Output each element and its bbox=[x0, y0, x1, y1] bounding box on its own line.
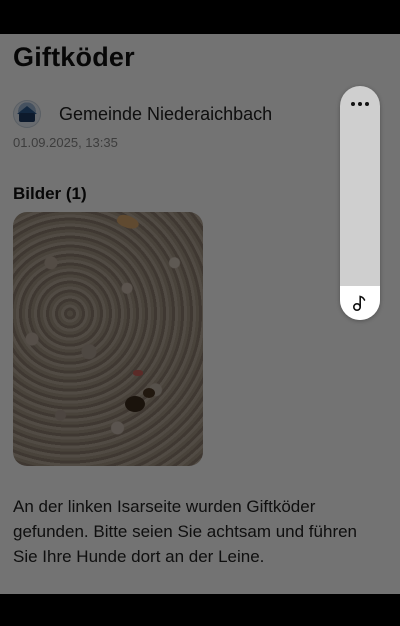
floating-side-panel bbox=[340, 86, 380, 320]
avatar-building-shape bbox=[19, 113, 35, 122]
more-dot bbox=[358, 102, 362, 106]
page-title: Giftköder bbox=[13, 42, 135, 72]
more-horizontal-icon bbox=[351, 102, 355, 106]
photo-leaf-detail bbox=[115, 212, 141, 233]
music-note-icon bbox=[352, 295, 366, 312]
author-row[interactable]: Gemeinde Niederaichbach bbox=[13, 100, 272, 128]
post-photo[interactable] bbox=[13, 212, 203, 466]
post-body-text: An der linken Isarseite wurden Giftköder… bbox=[13, 497, 358, 566]
app-screen: Giftköder Gemeinde Niederaichbach 01.09.… bbox=[0, 34, 400, 594]
avatar[interactable] bbox=[13, 100, 41, 128]
music-button[interactable] bbox=[340, 286, 380, 320]
photo-red-detail bbox=[133, 370, 143, 376]
author-name[interactable]: Gemeinde Niederaichbach bbox=[59, 104, 272, 125]
post-date: 01.09.2025, 13:35 bbox=[13, 135, 118, 150]
panel-body[interactable] bbox=[340, 122, 380, 286]
photo-bait-detail bbox=[125, 396, 145, 412]
photo-bait-detail bbox=[143, 388, 155, 398]
more-dot bbox=[365, 102, 369, 106]
more-options-button[interactable] bbox=[340, 86, 380, 122]
images-heading: Bilder (1) bbox=[13, 184, 87, 203]
